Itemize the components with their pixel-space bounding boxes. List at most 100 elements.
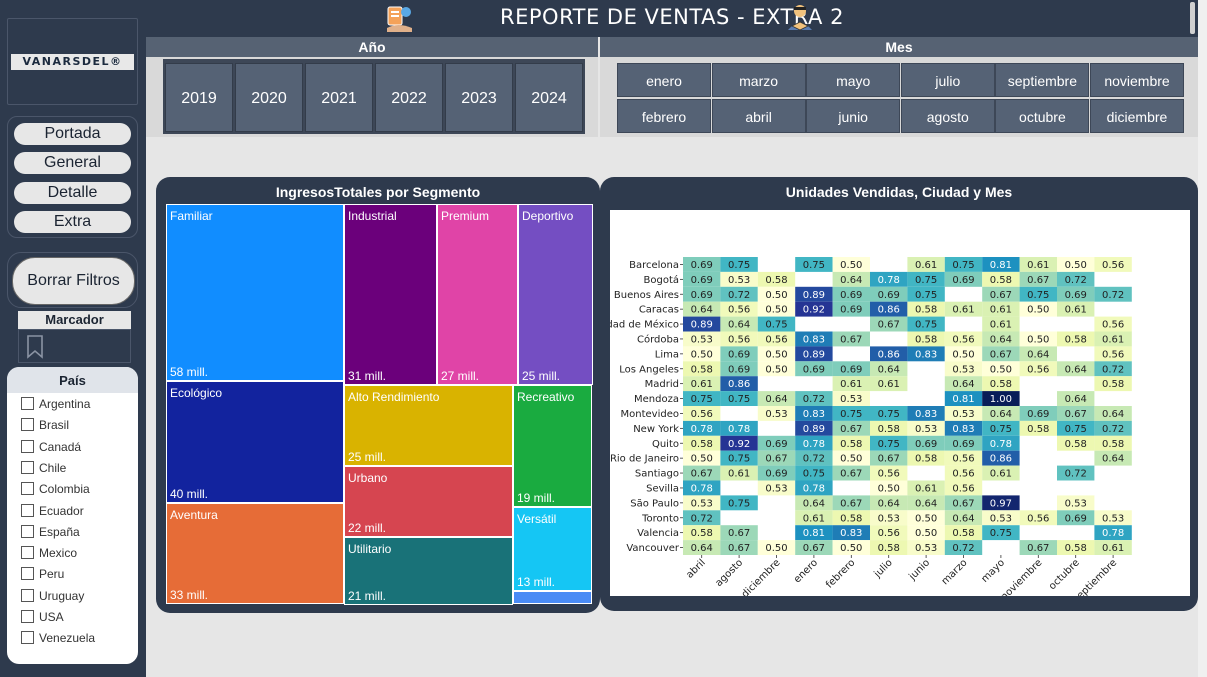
checkbox[interactable] — [21, 418, 34, 432]
month-button-septiembre[interactable]: septiembre — [995, 63, 1090, 97]
heatmap-cell-value: 0.64 — [990, 409, 1012, 420]
treemap-tile[interactable]: Familiar 58 mill. — [166, 204, 344, 381]
heatmap-y-label: Bogotá — [644, 274, 680, 286]
scrollbar[interactable] — [1190, 2, 1195, 34]
heatmap-cell-value: 0.81 — [952, 394, 974, 405]
country-option[interactable]: Peru — [21, 565, 64, 583]
heatmap-cell-value: 0.64 — [1027, 349, 1049, 360]
country-option[interactable]: Colombia — [21, 480, 90, 498]
treemap-tile[interactable]: Industrial 31 mill. — [344, 204, 437, 385]
page-scroll-track[interactable] — [1198, 0, 1207, 677]
heatmap-cell-value: 0.64 — [691, 305, 713, 316]
treemap-tile[interactable]: Recreativo 19 mill. — [513, 385, 592, 507]
heatmap-cell-value: 0.56 — [878, 469, 900, 480]
heatmap-cell-value: 0.64 — [1102, 409, 1124, 420]
checkbox[interactable] — [21, 460, 34, 474]
nav-button-extra[interactable]: Extra — [14, 211, 131, 233]
country-option[interactable]: Brasil — [21, 416, 69, 434]
checkbox[interactable] — [21, 546, 34, 560]
treemap-tile[interactable]: Aventura 33 mill. — [166, 503, 344, 604]
heatmap-cell-value: 0.53 — [691, 334, 713, 345]
checkbox[interactable] — [21, 524, 34, 538]
country-option[interactable]: USA — [21, 608, 64, 626]
treemap-tile[interactable]: Urbano 22 mill. — [344, 466, 513, 537]
bookmark-icon[interactable] — [26, 335, 44, 359]
heatmap-cell-value: 0.58 — [878, 424, 900, 435]
heatmap-cell-value: 0.69 — [765, 469, 787, 480]
month-button-abril[interactable]: abril — [711, 99, 806, 133]
month-button-noviembre[interactable]: noviembre — [1090, 63, 1184, 97]
heatmap-cell-value: 0.75 — [915, 290, 937, 301]
checkbox[interactable] — [21, 588, 34, 602]
page-title: REPORTE DE VENTAS - EXTRA 2 — [500, 5, 844, 29]
month-button-julio[interactable]: julio — [900, 63, 995, 97]
country-option[interactable]: Venezuela — [21, 629, 95, 647]
treemap-tile-name: Aventura — [170, 508, 218, 522]
heatmap-cell-value: 0.64 — [915, 498, 937, 509]
bookmark-panel[interactable] — [18, 329, 131, 363]
month-button-octubre[interactable]: octubre — [995, 99, 1090, 133]
header-bar: REPORTE DE VENTAS - EXTRA 2 — [146, 0, 1198, 37]
country-option[interactable]: Mexico — [21, 544, 77, 562]
checkbox[interactable] — [21, 610, 34, 623]
heatmap-cell-value: 0.78 — [1102, 528, 1124, 539]
nav-button-portada[interactable]: Portada — [14, 123, 131, 145]
country-option[interactable]: Chile — [21, 459, 66, 477]
heatmap-cell-value: 0.58 — [952, 528, 974, 539]
heatmap-cell-value: 0.78 — [990, 439, 1012, 450]
month-button-febrero[interactable]: febrero — [617, 99, 711, 133]
month-button-agosto[interactable]: agosto — [900, 99, 995, 133]
heatmap-cell-value: 0.67 — [952, 498, 974, 509]
country-label: Ecuador — [39, 503, 84, 518]
nav-button-general[interactable]: General — [14, 152, 131, 174]
heatmap-cell-value: 0.72 — [1065, 469, 1087, 480]
treemap-tile[interactable]: Ecológico 40 mill. — [166, 381, 344, 503]
treemap-tile[interactable]: Utilitario 21 mill. — [344, 537, 513, 605]
heatmap-cell-value: 0.53 — [915, 543, 937, 554]
treemap-tile-value: 33 mill. — [170, 588, 209, 602]
treemap-tile[interactable]: Deportivo 25 mill. — [518, 204, 593, 385]
country-option[interactable]: Canadá — [21, 438, 81, 456]
checkbox[interactable] — [21, 631, 34, 645]
clear-filters-button[interactable]: Borrar Filtros — [12, 257, 135, 305]
heatmap-cell-value: 0.67 — [840, 334, 862, 345]
country-option[interactable]: Ecuador — [21, 502, 84, 520]
nav-button-detalle[interactable]: Detalle — [14, 182, 131, 204]
country-option[interactable]: Uruguay — [21, 587, 84, 605]
treemap-tile-value: 13 mill. — [517, 575, 556, 589]
heatmap-y-label: Buenos Aires — [614, 290, 679, 301]
year-button-2022[interactable]: 2022 — [375, 63, 443, 132]
heatmap-cell-value: 0.67 — [803, 543, 825, 554]
checkbox[interactable] — [21, 397, 34, 410]
month-button-diciembre[interactable]: diciembre — [1090, 99, 1184, 133]
heatmap-cell-value: 0.83 — [915, 409, 937, 420]
month-button-marzo[interactable]: marzo — [711, 63, 806, 97]
month-button-mayo[interactable]: mayo — [806, 63, 901, 97]
treemap-tile[interactable]: Alto Rendimiento 25 mill. — [344, 385, 513, 466]
year-button-2020[interactable]: 2020 — [235, 63, 303, 132]
month-button-enero[interactable]: enero — [617, 63, 711, 97]
year-button-2021[interactable]: 2021 — [305, 63, 373, 132]
year-button-2024[interactable]: 2024 — [515, 63, 583, 132]
treemap-chart: Familiar 58 mill. Ecológico 40 mill. Aventur… — [166, 204, 593, 605]
month-button-junio[interactable]: junio — [806, 99, 901, 133]
year-button-2019[interactable]: 2019 — [165, 63, 233, 132]
heatmap-cell-value: 0.53 — [765, 483, 787, 494]
country-label: Canadá — [39, 439, 82, 454]
heatmap-y-label: Santiago — [635, 469, 679, 480]
country-label: Colombia — [39, 482, 90, 497]
checkbox[interactable] — [21, 439, 34, 453]
heatmap-cell-value: 0.58 — [840, 513, 862, 524]
checkbox[interactable] — [21, 567, 34, 581]
checkbox[interactable] — [21, 482, 34, 496]
treemap-tile-small[interactable] — [513, 591, 592, 604]
month-slicer: Mes enero marzo mayo julio septiembre noviemb… — [600, 37, 1198, 137]
checkbox[interactable] — [21, 503, 34, 517]
country-option[interactable]: España — [21, 523, 80, 541]
heatmap-cell-value: 0.69 — [765, 439, 787, 450]
treemap-tile[interactable]: Versátil 13 mill. — [513, 507, 592, 591]
country-option[interactable]: Argentina — [21, 395, 90, 413]
year-slicer-title: Año — [146, 37, 598, 57]
year-button-2023[interactable]: 2023 — [445, 63, 513, 132]
treemap-tile[interactable]: Premium 27 mill. — [437, 204, 518, 385]
